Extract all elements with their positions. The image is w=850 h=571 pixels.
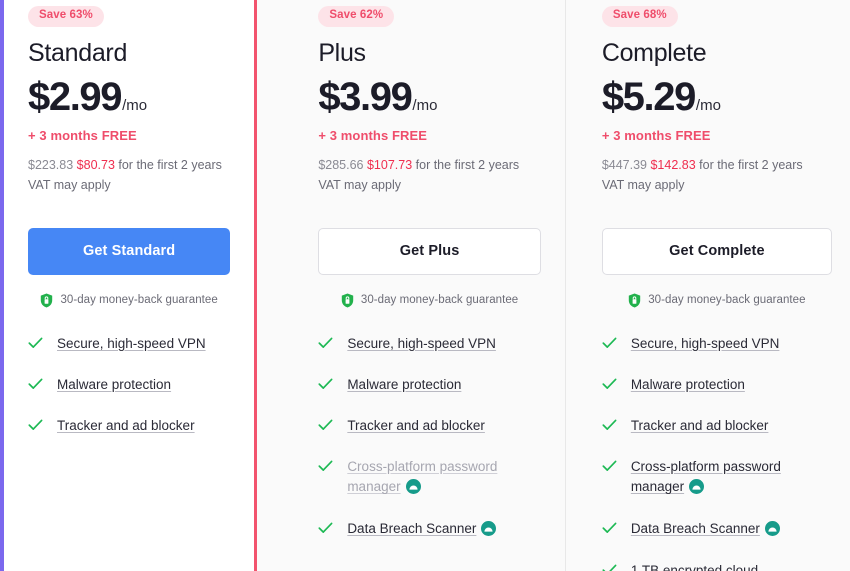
- total-price-discounted: $107.73: [366, 157, 413, 172]
- guarantee-text: 30-day money-back guarantee: [360, 294, 519, 307]
- total-price-line: $223.83 $80.73 for the first 2 years: [28, 156, 230, 174]
- price-amount: $5.29: [601, 74, 697, 119]
- get-plus-button[interactable]: Get Plus: [318, 227, 541, 275]
- get-complete-button[interactable]: Get Complete: [601, 227, 833, 275]
- save-badge: Save 68%: [601, 6, 678, 27]
- feature-item: Data Breach Scanner: [318, 519, 541, 541]
- save-badge: Save 63%: [28, 6, 104, 27]
- check-icon: [28, 418, 43, 436]
- feature-item: Malware protection: [318, 375, 541, 396]
- check-icon: [602, 563, 617, 571]
- feature-list: Secure, high-speed VPN Malware protectio…: [318, 334, 541, 542]
- check-icon: [28, 336, 43, 354]
- product-dome-icon: [481, 521, 497, 541]
- feature-label[interactable]: Secure, high-speed VPN: [347, 334, 496, 355]
- plan-name: Complete: [601, 38, 707, 67]
- vat-note: VAT may apply: [601, 177, 685, 192]
- feature-label[interactable]: 1 TB encrypted cloud storage: [631, 563, 758, 571]
- feature-label[interactable]: Data Breach Scanner: [347, 521, 476, 536]
- total-price-line: $447.39 $142.83 for the first 2 years: [602, 156, 832, 174]
- feature-item: Cross-platform password manager: [602, 457, 832, 500]
- pricing-card-standard: Save 63% Standard $2.99 /mo + 3 months F…: [0, 0, 258, 571]
- product-dome-icon: [764, 521, 780, 541]
- feature-label[interactable]: Cross-platform password manager: [631, 459, 781, 495]
- guarantee-row: 30-day money-back guarantee: [602, 293, 832, 308]
- free-months-note: + 3 months FREE: [601, 127, 711, 143]
- feature-list: Secure, high-speed VPN Malware protectio…: [28, 334, 230, 437]
- feature-label[interactable]: Tracker and ad blocker: [57, 416, 195, 437]
- pricing-card-complete: Save 68% Complete $5.29 /mo + 3 months F…: [565, 0, 850, 571]
- feature-item: Cross-platform password manager: [318, 457, 541, 500]
- total-price-discounted: $80.73: [76, 157, 115, 172]
- price-line: $2.99 /mo: [28, 76, 230, 118]
- guarantee-row: 30-day money-back guarantee: [318, 293, 541, 308]
- price-period: /mo: [412, 96, 438, 114]
- total-price-discounted: $142.83: [650, 157, 696, 172]
- column-gap: [257, 0, 283, 571]
- check-icon: [602, 459, 617, 477]
- total-price-original: $223.83: [28, 157, 74, 172]
- get-standard-button[interactable]: Get Standard: [28, 227, 231, 275]
- check-icon: [602, 418, 617, 436]
- vat-note: VAT may apply: [318, 177, 401, 192]
- feature-label[interactable]: Tracker and ad blocker: [347, 416, 485, 437]
- feature-label[interactable]: Malware protection: [347, 375, 461, 396]
- guarantee-text: 30-day money-back guarantee: [60, 294, 218, 307]
- check-icon: [318, 521, 333, 539]
- product-dome-icon: [405, 479, 421, 499]
- guarantee-text: 30-day money-back guarantee: [648, 294, 806, 307]
- feature-label[interactable]: Malware protection: [631, 375, 745, 396]
- feature-item: Malware protection: [28, 375, 230, 396]
- price-amount: $2.99: [28, 74, 123, 119]
- feature-label[interactable]: Cross-platform password manager: [347, 459, 497, 495]
- feature-label[interactable]: Secure, high-speed VPN: [57, 334, 206, 355]
- price-line: $3.99 /mo: [318, 76, 541, 118]
- shield-lock-icon: [341, 293, 354, 308]
- feature-item: 1 TB encrypted cloud storage: [602, 561, 832, 571]
- check-icon: [318, 336, 333, 354]
- vat-note: VAT may apply: [28, 177, 111, 192]
- guarantee-row: 30-day money-back guarantee: [28, 293, 230, 308]
- check-icon: [318, 459, 333, 477]
- feature-item: Data Breach Scanner: [602, 519, 832, 541]
- total-price-suffix: for the first 2 years: [114, 157, 222, 172]
- price-amount: $3.99: [318, 74, 413, 119]
- total-price-line: $285.66 $107.73 for the first 2 years: [318, 156, 541, 174]
- total-price-original: $285.66: [318, 157, 364, 172]
- check-icon: [602, 377, 617, 395]
- pricing-plans-row: Save 63% Standard $2.99 /mo + 3 months F…: [0, 0, 850, 571]
- check-icon: [28, 377, 43, 395]
- shield-lock-icon: [628, 293, 641, 308]
- pricing-card-plus: Save 62% Plus $3.99 /mo + 3 months FREE …: [282, 0, 566, 571]
- feature-label[interactable]: Tracker and ad blocker: [631, 416, 769, 437]
- feature-label[interactable]: Secure, high-speed VPN: [631, 334, 780, 355]
- free-months-note: + 3 months FREE: [28, 127, 137, 143]
- check-icon: [318, 377, 333, 395]
- shield-lock-icon: [40, 293, 53, 308]
- total-price-suffix: for the first 2 years: [412, 157, 520, 172]
- free-months-note: + 3 months FREE: [318, 127, 428, 143]
- feature-item: Tracker and ad blocker: [318, 416, 541, 437]
- feature-item: Secure, high-speed VPN: [318, 334, 541, 355]
- total-price-original: $447.39: [601, 157, 647, 172]
- feature-item: Secure, high-speed VPN: [28, 334, 230, 355]
- check-icon: [318, 418, 333, 436]
- feature-item: Malware protection: [602, 375, 832, 396]
- feature-item: Tracker and ad blocker: [28, 416, 230, 437]
- feature-item: Tracker and ad blocker: [602, 416, 832, 437]
- feature-item: Secure, high-speed VPN: [602, 334, 832, 355]
- price-period: /mo: [122, 96, 148, 114]
- price-period: /mo: [695, 96, 721, 114]
- plan-name: Plus: [318, 38, 366, 67]
- total-price-suffix: for the first 2 years: [695, 157, 803, 172]
- check-icon: [602, 521, 617, 539]
- product-dome-icon: [689, 479, 705, 499]
- feature-label[interactable]: Malware protection: [57, 375, 171, 396]
- save-badge: Save 62%: [318, 6, 395, 27]
- plan-name: Standard: [28, 38, 128, 67]
- check-icon: [602, 336, 617, 354]
- feature-list: Secure, high-speed VPN Malware protectio…: [602, 334, 832, 571]
- feature-label[interactable]: Data Breach Scanner: [631, 521, 760, 536]
- price-line: $5.29 /mo: [602, 76, 832, 118]
